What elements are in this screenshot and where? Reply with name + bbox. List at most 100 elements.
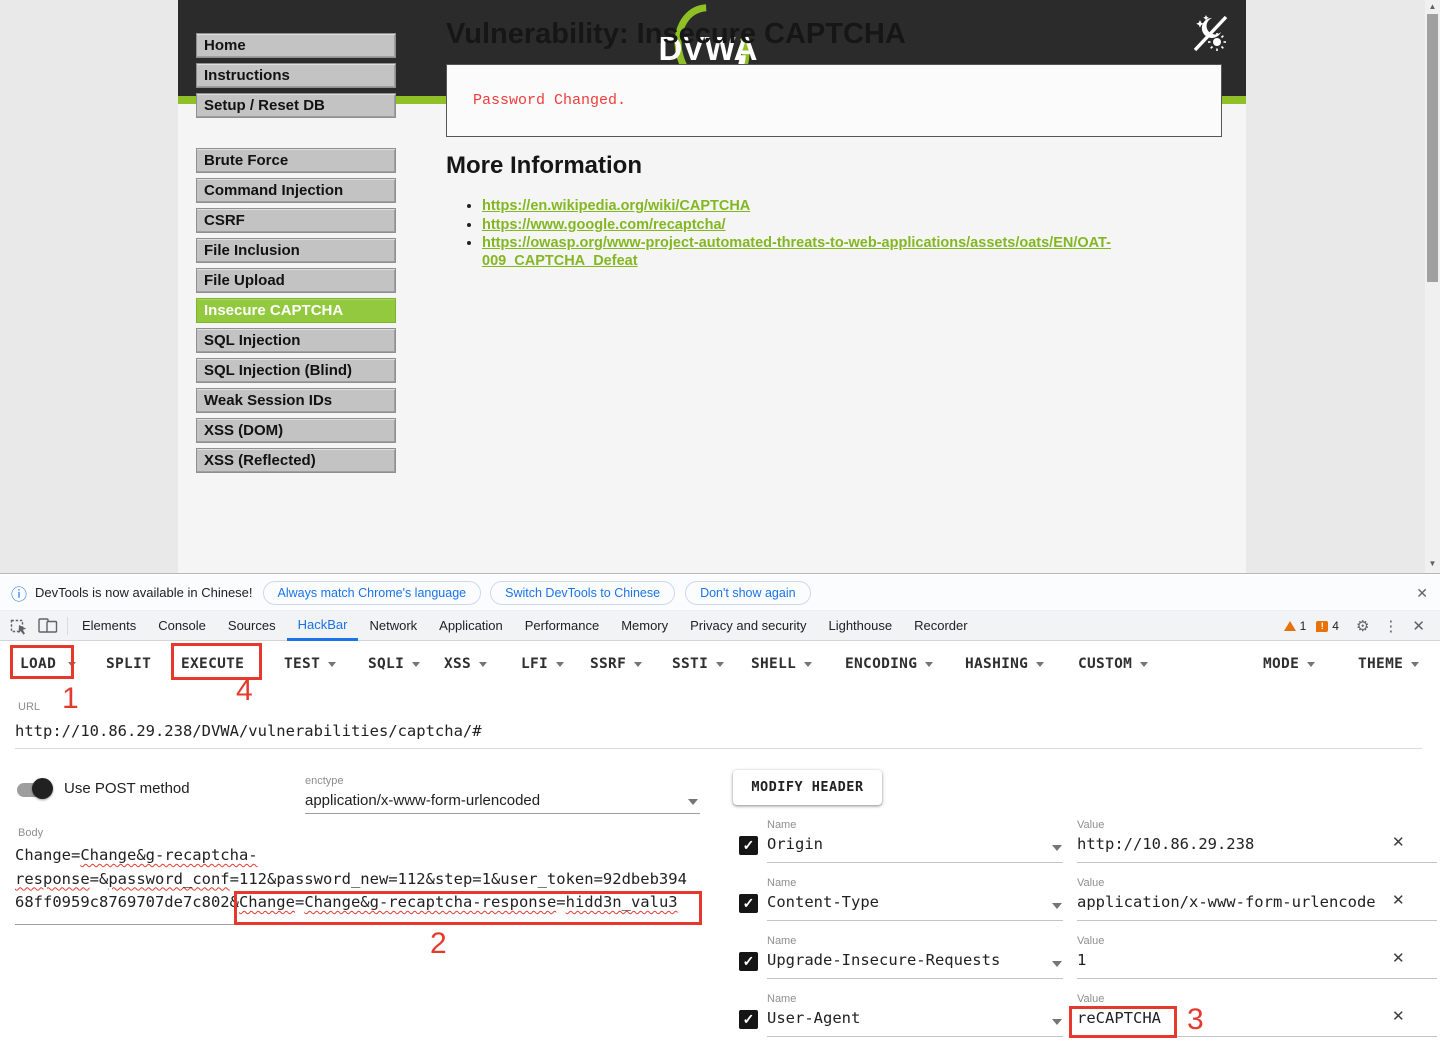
sidebar-item-file-inclusion[interactable]: File Inclusion [196,238,396,263]
name-label: Name [767,935,796,947]
sqli-menu-button[interactable]: SQLI [368,650,420,678]
modify-header-button[interactable]: MODIFY HEADER [733,770,882,805]
header-enabled-checkbox[interactable]: ✓ [739,894,758,913]
header-enabled-checkbox[interactable]: ✓ [739,1010,758,1029]
owasp-captcha-defeat-link[interactable]: https://owasp.org/www-project-automated-… [482,235,1111,269]
annotation-box-body-payload [234,891,702,925]
value-label: Value [1077,935,1104,947]
sidebar-item-sql-injection-blind[interactable]: SQL Injection (Blind) [196,358,396,383]
lfi-menu-button[interactable]: LFI [521,650,564,678]
dvwa-page: DVWA Home Instructions Setup / Reset D [178,0,1246,573]
ssrf-menu-button[interactable]: SSRF [590,650,642,678]
more-options-icon[interactable]: ⋮ [1383,617,1398,635]
switch-devtools-chinese-button[interactable]: Switch DevTools to Chinese [490,581,675,605]
annotation-step-2: 2 [430,927,447,961]
tab-lighthouse[interactable]: Lighthouse [817,611,903,641]
header-enabled-checkbox[interactable]: ✓ [739,836,758,855]
list-item: https://owasp.org/www-project-automated-… [482,235,1111,270]
split-button[interactable]: SPLIT [106,650,151,678]
chevron-down-icon[interactable] [1052,845,1062,851]
sidebar-item-weak-session-ids[interactable]: Weak Session IDs [196,388,396,413]
chevron-down-icon [1036,662,1044,667]
warning-icon[interactable] [1284,621,1296,631]
device-toolbar-icon[interactable] [38,617,58,634]
devtools-close-icon[interactable]: ✕ [1412,617,1425,635]
settings-gear-icon[interactable]: ⚙ [1356,617,1369,635]
value-label: Value [1077,993,1104,1005]
url-input[interactable]: http://10.86.29.238/DVWA/vulnerabilities… [15,722,482,740]
enctype-select[interactable]: application/x-www-form-urlencoded [305,792,540,809]
tab-elements[interactable]: Elements [71,611,147,641]
issues-icon[interactable]: ! [1316,621,1328,632]
always-match-language-button[interactable]: Always match Chrome's language [263,581,482,605]
sidebar-item-csrf[interactable]: CSRF [196,208,396,233]
dark-mode-toggle-icon[interactable] [1190,12,1230,54]
use-post-toggle-knob[interactable] [32,778,53,799]
chevron-down-icon[interactable] [1052,1019,1062,1025]
tab-performance[interactable]: Performance [514,611,610,641]
xss-menu-button[interactable]: XSS [444,650,487,678]
chevron-down-icon[interactable] [688,799,698,805]
scroll-up-arrow-icon[interactable]: ▲ [1425,2,1440,11]
sidebar-item-insecure-captcha[interactable]: Insecure CAPTCHA [196,298,396,323]
sidebar-item-setup-reset-db[interactable]: Setup / Reset DB [196,93,396,118]
tab-recorder[interactable]: Recorder [903,611,978,641]
dont-show-again-button[interactable]: Don't show again [685,581,811,605]
header-value-input[interactable]: http://10.86.29.238 [1077,835,1254,853]
enctype-label: enctype [305,775,344,787]
name-label: Name [767,819,796,831]
mode-menu-button[interactable]: MODE [1263,650,1315,678]
tab-hackbar[interactable]: HackBar [287,611,359,641]
google-recaptcha-link[interactable]: https://www.google.com/recaptcha/ [482,217,726,233]
tab-memory[interactable]: Memory [610,611,679,641]
header-name-select[interactable]: User-Agent [767,1009,860,1027]
remove-header-icon[interactable]: ✕ [1392,891,1405,909]
tab-privacy-security[interactable]: Privacy and security [679,611,817,641]
header-name-select[interactable]: Upgrade-Insecure-Requests [767,951,1000,969]
value-label: Value [1077,877,1104,889]
scrollbar-thumb[interactable] [1427,14,1438,282]
sidebar-item-xss-dom[interactable]: XSS (DOM) [196,418,396,443]
sidebar-item-sql-injection[interactable]: SQL Injection [196,328,396,353]
sidebar-item-file-upload[interactable]: File Upload [196,268,396,293]
remove-header-icon[interactable]: ✕ [1392,949,1405,967]
remove-header-icon[interactable]: ✕ [1392,1007,1405,1025]
wikipedia-captcha-link[interactable]: https://en.wikipedia.org/wiki/CAPTCHA [482,198,750,214]
custom-menu-button[interactable]: CUSTOM [1078,650,1148,678]
header-name-select[interactable]: Content-Type [767,893,879,911]
infobar-close-icon[interactable]: ✕ [1416,585,1428,602]
header-value-input[interactable]: 1 [1077,951,1086,969]
tab-application[interactable]: Application [428,611,514,641]
infobar-message: DevTools is now available in Chinese! [35,585,253,600]
header-value-input[interactable]: application/x-www-form-urlencode [1077,893,1376,911]
sidebar-item-xss-reflected[interactable]: XSS (Reflected) [196,448,396,473]
sidebar-item-home[interactable]: Home [196,33,396,58]
inspect-element-icon[interactable] [10,617,28,635]
sidebar-item-instructions[interactable]: Instructions [196,63,396,88]
tab-network[interactable]: Network [358,611,428,641]
chevron-down-icon [634,662,642,667]
tab-console[interactable]: Console [147,611,217,641]
remove-header-icon[interactable]: ✕ [1392,833,1405,851]
theme-menu-button[interactable]: THEME [1358,650,1419,678]
chevron-down-icon[interactable] [1052,961,1062,967]
chevron-down-icon [1411,662,1419,667]
sidebar-item-brute-force[interactable]: Brute Force [196,148,396,173]
encoding-menu-button[interactable]: ENCODING [845,650,933,678]
chevron-down-icon [1307,662,1315,667]
sidebar-item-command-injection[interactable]: Command Injection [196,178,396,203]
tab-sources[interactable]: Sources [217,611,287,641]
header-name-select[interactable]: Origin [767,835,823,853]
hashing-menu-button[interactable]: HASHING [965,650,1044,678]
chevron-down-icon[interactable] [1052,903,1062,909]
annotation-step-3: 3 [1187,1003,1204,1037]
chevron-down-icon [328,662,336,667]
test-menu-button[interactable]: TEST [284,650,336,678]
ssti-menu-button[interactable]: SSTI [672,650,724,678]
warning-count: 1 [1300,619,1307,633]
scroll-down-arrow-icon[interactable]: ▼ [1425,559,1440,568]
page-scrollbar[interactable]: ▲ ▼ [1425,0,1440,573]
header-enabled-checkbox[interactable]: ✓ [739,952,758,971]
name-underline [767,920,1063,921]
shell-menu-button[interactable]: SHELL [751,650,812,678]
